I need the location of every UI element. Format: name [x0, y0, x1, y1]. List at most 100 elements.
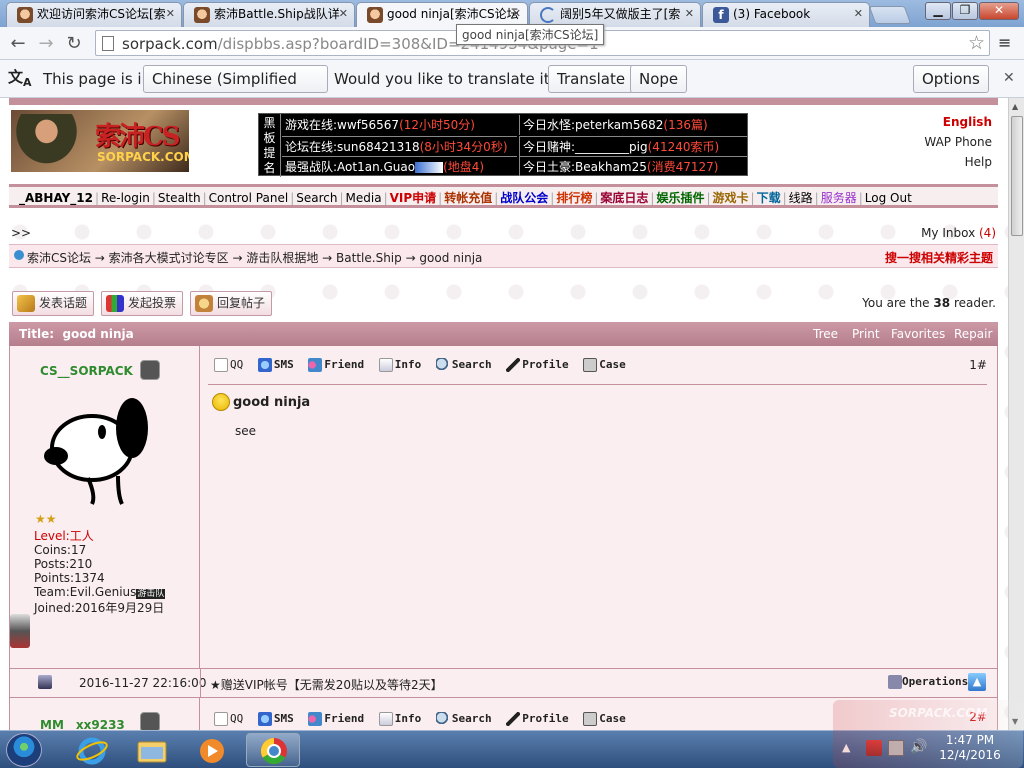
repair-link[interactable]: Repair	[954, 322, 992, 346]
tab-facebook[interactable]: f (3) Facebook ✕	[702, 2, 870, 27]
board-water-monster[interactable]: 今日水怪:peterkam5682(136篇)	[519, 115, 747, 135]
inbox-link[interactable]: My Inbox (4)	[921, 226, 996, 240]
nav-item[interactable]: 线路	[789, 191, 813, 205]
nav-item[interactable]: Search	[296, 191, 337, 205]
close-tab-icon[interactable]: ✕	[512, 3, 521, 25]
nav-item[interactable]: 服务器	[821, 191, 857, 205]
search-link[interactable]: Search	[452, 712, 492, 725]
nav-separator: |	[95, 191, 100, 205]
board-gambler[interactable]: 今日赌神:_________pig(41240索币)	[519, 136, 747, 156]
close-tab-icon[interactable]: ✕	[685, 3, 694, 25]
new-tab-button[interactable]	[868, 6, 912, 24]
new-poll-button[interactable]: 发起投票	[101, 291, 184, 316]
close-translate-icon[interactable]: ✕	[1003, 70, 1015, 86]
scroll-up-icon[interactable]: ▲	[1012, 102, 1018, 111]
board-forum-online[interactable]: 论坛在线:sun68421318(8小时34分0秒)	[282, 136, 517, 156]
case-link[interactable]: Case	[599, 358, 626, 371]
nav-item[interactable]: 战队公会	[500, 191, 548, 205]
author-name[interactable]: MM__xx9233	[40, 718, 125, 730]
info-icon	[378, 712, 393, 726]
window-close-button[interactable]: ✕	[979, 2, 1019, 20]
nav-item[interactable]: 案底日志	[600, 191, 648, 205]
media-player-button[interactable]	[184, 733, 238, 767]
search-related-link[interactable]: 搜一搜相关精彩主题	[885, 249, 993, 266]
nav-separator: |	[814, 191, 819, 205]
explorer-button[interactable]	[124, 733, 178, 767]
operations-menu[interactable]: Operations	[888, 675, 968, 689]
tab-battle-ship[interactable]: 索沛Battle.Ship战队详 ✕	[183, 2, 355, 27]
close-tab-icon[interactable]: ✕	[166, 3, 175, 25]
search-link[interactable]: Search	[452, 358, 492, 371]
case-link[interactable]: Case	[599, 712, 626, 725]
restore-button[interactable]: ❐	[952, 2, 978, 20]
start-button[interactable]	[6, 733, 42, 767]
new-topic-button[interactable]: 发表话题	[12, 291, 95, 316]
qq-icon[interactable]	[214, 712, 228, 726]
favorites-link[interactable]: Favorites	[891, 322, 945, 346]
qq-link[interactable]: QQ	[230, 712, 243, 725]
nav-item[interactable]: Log Out	[865, 191, 912, 205]
loading-icon	[540, 7, 556, 23]
nope-button[interactable]: Nope	[630, 65, 688, 93]
info-link[interactable]: Info	[395, 358, 422, 371]
language-select[interactable]: Chinese (Simplified Han) ▾	[143, 65, 328, 114]
vip-promo-link[interactable]: ★赠送VIP帐号【无需发20贴以及等待2天】	[210, 676, 443, 693]
english-link[interactable]: English	[943, 115, 992, 129]
bookmark-star-icon[interactable]: ☆	[968, 32, 985, 54]
qq-icon[interactable]	[214, 358, 228, 372]
friend-link[interactable]: Friend	[324, 358, 364, 371]
options-button[interactable]: Options ▾	[913, 65, 989, 114]
nav-item[interactable]: Re-login	[101, 191, 150, 205]
reply-button[interactable]: 回复帖子	[190, 291, 273, 316]
info-link[interactable]: Info	[395, 712, 422, 725]
site-logo[interactable]: 索沛CS SORPACK.COM	[11, 110, 189, 172]
friend-link[interactable]: Friend	[324, 712, 364, 725]
tab-forum-home[interactable]: 欢迎访问索沛CS论坛[索 ✕	[6, 2, 182, 27]
board-game-online[interactable]: 游戏在线:wwf56567(12小时50分)	[282, 115, 517, 135]
post-2-tools: QQ SMS Friend Info Search Profile Case	[206, 712, 626, 726]
nav-item[interactable]: 娱乐插件	[656, 191, 704, 205]
nav-item[interactable]: 排行榜	[556, 191, 592, 205]
wap-phone-link[interactable]: WAP Phone	[924, 135, 992, 149]
qq-link[interactable]: QQ	[230, 358, 243, 371]
sms-link[interactable]: SMS	[274, 358, 294, 371]
nav-item[interactable]: 游戏卡	[713, 191, 749, 205]
nav-item[interactable]: Stealth	[158, 191, 201, 205]
page-scrollbar[interactable]: ▲ ▼	[1008, 98, 1024, 730]
nav-item[interactable]: 转帐充值	[444, 191, 492, 205]
minimize-button[interactable]: ▁	[925, 2, 951, 20]
print-link[interactable]: Print	[852, 322, 880, 346]
expand-arrows[interactable]: >>	[11, 226, 31, 240]
chrome-button[interactable]	[246, 733, 300, 767]
reload-icon[interactable]: ↻	[64, 33, 84, 54]
nav-item[interactable]: Media	[346, 191, 382, 205]
board-big-spender[interactable]: 今日土豪:Beakham25(消费47127)	[519, 156, 747, 176]
tree-link[interactable]: Tree	[813, 322, 838, 346]
system-clock[interactable]: 1:47 PM 12/4/2016	[935, 733, 1005, 763]
chrome-menu-icon[interactable]: ≡	[998, 33, 1011, 52]
nav-item[interactable]: VIP申请	[390, 191, 437, 205]
scroll-thumb[interactable]	[1011, 116, 1023, 236]
close-tab-icon[interactable]: ✕	[854, 3, 863, 25]
profile-link[interactable]: Profile	[522, 712, 568, 725]
back-icon[interactable]: ←	[8, 33, 28, 54]
sms-link[interactable]: SMS	[274, 712, 294, 725]
forward-icon[interactable]: →	[36, 33, 56, 54]
snoopy-avatar[interactable]	[38, 386, 158, 506]
board-strongest-team[interactable]: 最强战队:Aot1an.Guao (地盘4)	[282, 156, 517, 176]
internet-explorer-button[interactable]	[64, 733, 118, 767]
help-link[interactable]: Help	[965, 155, 992, 169]
close-tab-icon[interactable]: ✕	[339, 3, 348, 25]
author-name[interactable]: CS__SORPACK	[40, 364, 133, 378]
sms-icon	[257, 358, 272, 372]
translate-button[interactable]: Translate	[548, 65, 635, 93]
breadcrumb[interactable]: 索沛CS论坛 → 索沛各大模式讨论专区 → 游击队根据地 → Battle.Sh…	[27, 249, 482, 266]
profile-link[interactable]: Profile	[522, 358, 568, 371]
scroll-top-icon[interactable]: ▲	[968, 673, 986, 691]
nav-item[interactable]: 下载	[757, 191, 781, 205]
nav-item[interactable]: _ABHAY_12	[19, 191, 93, 205]
nav-separator: |	[594, 191, 599, 205]
nav-item[interactable]: Control Panel	[209, 191, 289, 205]
url-host: sorpack.com	[122, 35, 218, 53]
button-label: 回复帖子	[217, 296, 266, 310]
